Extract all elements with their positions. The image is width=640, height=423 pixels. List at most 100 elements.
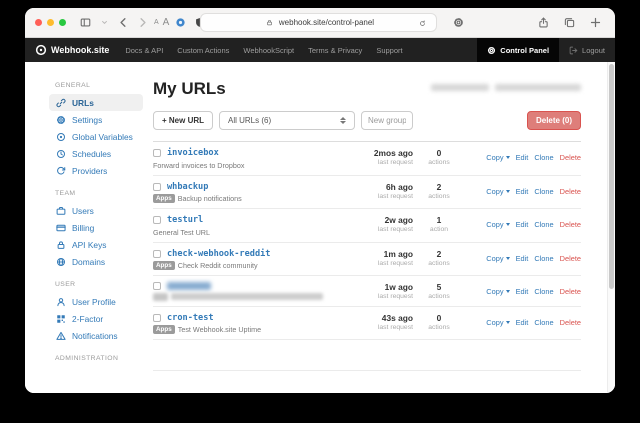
address-bar[interactable]: webhook.site/control-panel [200, 13, 437, 32]
copy-link[interactable]: Copy [486, 153, 509, 162]
sidebar-item-settings[interactable]: Settings [49, 111, 143, 128]
url-name-link[interactable]: testurl [167, 215, 203, 225]
nav-item-docs-api[interactable]: Docs & API [118, 46, 170, 55]
tab-overview-icon[interactable] [563, 16, 576, 29]
scrollbar-thumb[interactable] [609, 64, 614, 289]
redacted-badge [153, 293, 168, 301]
last-request-cell: 1w ago last request [357, 282, 415, 300]
url-filter-select[interactable]: All URLs (6) [219, 111, 355, 130]
minimize-window-button[interactable] [47, 19, 54, 26]
page-content: GENERAL URLs Settings Global Variables S… [25, 62, 615, 393]
last-request-label: last request [357, 193, 413, 200]
sidebar-item-users[interactable]: Users [49, 202, 143, 219]
row-actions: Copy Edit Clone Delete [463, 249, 581, 263]
logout-button[interactable]: Logout [559, 38, 615, 62]
clone-link[interactable]: Clone [534, 220, 553, 229]
sidebar-item-global-variables[interactable]: Global Variables [49, 128, 143, 145]
control-panel-button[interactable]: Control Panel [477, 38, 559, 62]
copy-link[interactable]: Copy [486, 187, 509, 196]
sidebar-item-2-factor[interactable]: 2-Factor [49, 310, 143, 327]
target-icon [55, 132, 66, 142]
sidebar-item-urls[interactable]: URLs [49, 94, 143, 111]
url-name-link[interactable]: invoicebox [167, 148, 219, 158]
caret-down-icon [506, 190, 510, 193]
sidebar-item-schedules[interactable]: Schedules [49, 145, 143, 162]
clone-link[interactable]: Clone [534, 318, 553, 327]
edit-link[interactable]: Edit [516, 187, 529, 196]
copy-link[interactable]: Copy [486, 254, 509, 263]
page-scrollbar[interactable] [607, 62, 615, 393]
back-icon[interactable] [117, 16, 130, 29]
sidebar-toggle-icon[interactable] [79, 16, 92, 29]
sidebar-item-providers[interactable]: Providers [49, 162, 143, 179]
redacted-description [171, 293, 323, 300]
chevron-down-icon[interactable] [98, 16, 111, 29]
delete-link[interactable]: Delete [560, 220, 581, 229]
delete-link[interactable]: Delete [560, 287, 581, 296]
zoom-window-button[interactable] [59, 19, 66, 26]
delete-selected-button[interactable]: Delete (0) [527, 111, 581, 130]
apps-badge: Apps [153, 325, 175, 334]
delete-link[interactable]: Delete [560, 254, 581, 263]
nav-item-terms-privacy[interactable]: Terms & Privacy [301, 46, 369, 55]
url-name-link[interactable]: check-webhook-reddit [167, 249, 270, 259]
clone-link[interactable]: Clone [534, 254, 553, 263]
sidebar-item-label: Settings [72, 115, 102, 125]
browser-settings-icon[interactable] [452, 16, 465, 29]
sidebar-item-api-keys[interactable]: API Keys [49, 236, 143, 253]
row-checkbox[interactable] [153, 250, 161, 258]
nav-item-webhookscript[interactable]: WebhookScript [236, 46, 301, 55]
edit-link[interactable]: Edit [516, 153, 529, 162]
actions-count-cell: 0 actions [415, 148, 463, 166]
delete-link[interactable]: Delete [560, 187, 581, 196]
row-checkbox[interactable] [153, 314, 161, 322]
sidebar-item-label: Providers [72, 166, 107, 176]
row-actions: Copy Edit Clone Delete [463, 148, 581, 162]
lock-icon [263, 16, 276, 29]
share-icon[interactable] [537, 16, 550, 29]
url-name-link[interactable]: cron-test [167, 313, 214, 323]
sidebar-item-notifications[interactable]: Notifications [49, 327, 143, 344]
row-checkbox[interactable] [153, 216, 161, 224]
nav-item-custom-actions[interactable]: Custom Actions [170, 46, 236, 55]
actions-count-cell: 5 actions [415, 282, 463, 300]
brand-logo[interactable]: Webhook.site [25, 38, 118, 62]
clone-link[interactable]: Clone [534, 153, 553, 162]
clone-link[interactable]: Clone [534, 187, 553, 196]
clone-link[interactable]: Clone [534, 287, 553, 296]
url-name-link[interactable]: whbackup [167, 182, 208, 192]
delete-link[interactable]: Delete [560, 318, 581, 327]
row-checkbox[interactable] [153, 183, 161, 191]
edit-link[interactable]: Edit [516, 220, 529, 229]
reload-icon[interactable] [416, 17, 429, 30]
edit-link[interactable]: Edit [516, 287, 529, 296]
new-url-button[interactable]: + New URL [153, 111, 213, 130]
text-larger-button[interactable]: A [163, 17, 170, 28]
sidebar-item-domains[interactable]: Domains [49, 253, 143, 270]
text-smaller-button[interactable]: A [154, 19, 159, 26]
sidebar-item-label: Billing [72, 223, 94, 233]
extension-icon[interactable] [174, 16, 187, 29]
close-window-button[interactable] [35, 19, 42, 26]
main-panel: My URLs + New URL All URLs (6) Delete (0… [143, 62, 615, 393]
copy-link[interactable]: Copy [486, 318, 509, 327]
last-request-time: 43s ago [357, 313, 413, 323]
last-request-label: last request [357, 293, 413, 300]
actions-count-cell: 1 action [415, 215, 463, 233]
row-checkbox[interactable] [153, 149, 161, 157]
new-group-input[interactable] [361, 111, 413, 130]
url-table-row: 1w ago last request 5 actions Copy Edit … [153, 276, 581, 307]
row-checkbox[interactable] [153, 282, 161, 290]
edit-link[interactable]: Edit [516, 254, 529, 263]
actions-count-cell: 0 actions [415, 313, 463, 331]
nav-item-support[interactable]: Support [369, 46, 409, 55]
actions-count: 0 [415, 313, 463, 323]
copy-link[interactable]: Copy [486, 220, 509, 229]
sidebar-item-billing[interactable]: Billing [49, 219, 143, 236]
delete-link[interactable]: Delete [560, 153, 581, 162]
copy-link[interactable]: Copy [486, 287, 509, 296]
edit-link[interactable]: Edit [516, 318, 529, 327]
new-tab-icon[interactable] [589, 16, 602, 29]
sidebar-item-user-profile[interactable]: User Profile [49, 293, 143, 310]
forward-icon[interactable] [136, 16, 149, 29]
